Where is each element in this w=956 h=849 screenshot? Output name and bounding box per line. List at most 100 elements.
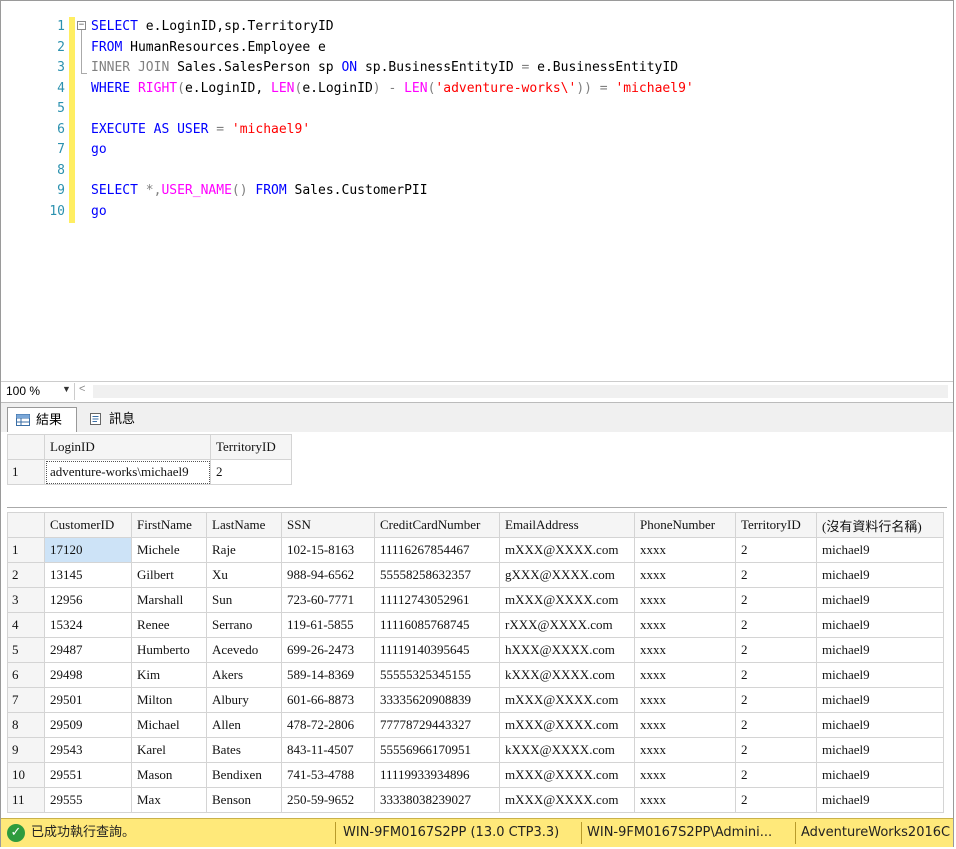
result-grid-1[interactable]: LoginID TerritoryID 1 adventure-works\micha… bbox=[7, 434, 292, 485]
grid-cell[interactable]: xxxx bbox=[634, 637, 736, 663]
grid-cell[interactable]: 2 bbox=[735, 687, 817, 713]
sql-code[interactable]: SELECT e.LoginID,sp.TerritoryID FROM Huma… bbox=[91, 17, 694, 222]
tab-messages[interactable]: 訊息 bbox=[81, 407, 147, 432]
code-line[interactable]: WHERE RIGHT(e.LoginID, LEN(e.LoginID) - … bbox=[91, 79, 694, 100]
grid-cell[interactable]: Marshall bbox=[131, 587, 207, 613]
collapse-region-icon[interactable]: − bbox=[77, 21, 86, 30]
column-header[interactable]: EmailAddress bbox=[499, 512, 635, 538]
grid-cell[interactable]: Raje bbox=[206, 537, 282, 563]
table-row[interactable]: 3 12956 Marshall Sun 723-60-7771 111127430529… bbox=[7, 587, 944, 613]
grid-cell[interactable]: 55558258632357 bbox=[374, 562, 500, 588]
result-grid-2[interactable]: CustomerID FirstName LastName SSN CreditCard… bbox=[7, 512, 944, 813]
grid-cell[interactable]: 2 bbox=[735, 737, 817, 763]
horizontal-scrollbar[interactable] bbox=[93, 385, 948, 398]
grid-cell[interactable]: Allen bbox=[206, 712, 282, 738]
row-header[interactable]: 8 bbox=[7, 712, 45, 738]
grid-cell[interactable]: Renee bbox=[131, 612, 207, 638]
grid-cell[interactable]: Xu bbox=[206, 562, 282, 588]
grid-cell[interactable]: Benson bbox=[206, 787, 282, 813]
grid-cell[interactable]: 589-14-8369 bbox=[281, 662, 375, 688]
grid-cell[interactable]: Bates bbox=[206, 737, 282, 763]
grid-cell[interactable]: 2 bbox=[735, 762, 817, 788]
grid-cell[interactable]: 2 bbox=[735, 712, 817, 738]
table-row[interactable]: 1 adventure-works\michael9 2 bbox=[7, 459, 292, 485]
column-header[interactable]: CustomerID bbox=[44, 512, 132, 538]
column-header[interactable]: SSN bbox=[281, 512, 375, 538]
code-line[interactable]: FROM HumanResources.Employee e bbox=[91, 38, 694, 59]
table-row[interactable]: 1 17120 Michele Raje 102-15-8163 111162678544… bbox=[7, 537, 944, 563]
grid-cell[interactable]: xxxx bbox=[634, 612, 736, 638]
column-header[interactable]: TerritoryID bbox=[735, 512, 817, 538]
chevron-down-icon[interactable]: ▼ bbox=[62, 384, 71, 394]
table-row[interactable]: 8 29509 Michael Allen 478-72-2806 77778729443… bbox=[7, 712, 944, 738]
table-row[interactable]: 9 29543 Karel Bates 843-11-4507 5555696617095… bbox=[7, 737, 944, 763]
grid-cell[interactable]: 55555325345155 bbox=[374, 662, 500, 688]
grid-cell[interactable]: 55556966170951 bbox=[374, 737, 500, 763]
row-header[interactable]: 10 bbox=[7, 762, 45, 788]
grid-cell[interactable]: mXXX@XXXX.com bbox=[499, 587, 635, 613]
scroll-left-icon[interactable]: < bbox=[79, 383, 85, 395]
row-header[interactable]: 4 bbox=[7, 612, 45, 638]
grid-cell[interactable]: 2 bbox=[735, 587, 817, 613]
table-row[interactable]: 4 15324 Renee Serrano 119-61-5855 11116085768… bbox=[7, 612, 944, 638]
code-line[interactable]: INNER JOIN Sales.SalesPerson sp ON sp.Bu… bbox=[91, 58, 694, 79]
grid-cell[interactable]: 29487 bbox=[44, 637, 132, 663]
row-header[interactable]: 5 bbox=[7, 637, 45, 663]
grid-corner[interactable] bbox=[7, 434, 45, 460]
row-header[interactable]: 3 bbox=[7, 587, 45, 613]
code-line[interactable]: EXECUTE AS USER = 'michael9' bbox=[91, 120, 694, 141]
row-header[interactable]: 6 bbox=[7, 662, 45, 688]
grid-cell[interactable]: 17120 bbox=[44, 537, 132, 563]
row-header[interactable]: 9 bbox=[7, 737, 45, 763]
grid-cell[interactable]: hXXX@XXXX.com bbox=[499, 637, 635, 663]
grid-cell[interactable]: Bendixen bbox=[206, 762, 282, 788]
tab-results[interactable]: 結果 bbox=[7, 407, 77, 432]
grid-cell[interactable]: 119-61-5855 bbox=[281, 612, 375, 638]
grid-cell[interactable]: michael9 bbox=[816, 737, 944, 763]
grid-cell[interactable]: 11116267854467 bbox=[374, 537, 500, 563]
grid-cell[interactable]: michael9 bbox=[816, 612, 944, 638]
grid-cell[interactable]: xxxx bbox=[634, 587, 736, 613]
code-line[interactable]: go bbox=[91, 140, 694, 161]
grid-cell[interactable]: 12956 bbox=[44, 587, 132, 613]
grid-cell[interactable]: 15324 bbox=[44, 612, 132, 638]
grid-cell[interactable]: 601-66-8873 bbox=[281, 687, 375, 713]
grid-cell[interactable]: michael9 bbox=[816, 587, 944, 613]
column-header[interactable]: (沒有資料行名稱) bbox=[816, 512, 944, 538]
grid-cell[interactable]: 843-11-4507 bbox=[281, 737, 375, 763]
table-row[interactable]: 7 29501 Milton Albury 601-66-8873 33335620908… bbox=[7, 687, 944, 713]
grid-cell[interactable]: xxxx bbox=[634, 562, 736, 588]
table-row[interactable]: 5 29487 Humberto Acevedo 699-26-2473 11119140… bbox=[7, 637, 944, 663]
grid-corner[interactable] bbox=[7, 512, 45, 538]
grid-cell[interactable]: 988-94-6562 bbox=[281, 562, 375, 588]
code-line[interactable]: SELECT e.LoginID,sp.TerritoryID bbox=[91, 17, 694, 38]
table-row[interactable]: 10 29551 Mason Bendixen 741-53-4788 111199339… bbox=[7, 762, 944, 788]
grid-cell[interactable]: 11119933934896 bbox=[374, 762, 500, 788]
column-header[interactable]: TerritoryID bbox=[210, 434, 292, 460]
table-row[interactable]: 11 29555 Max Benson 250-59-9652 3333803823902… bbox=[7, 787, 944, 813]
grid-cell[interactable]: michael9 bbox=[816, 537, 944, 563]
row-header[interactable]: 7 bbox=[7, 687, 45, 713]
grid-cell[interactable]: 723-60-7771 bbox=[281, 587, 375, 613]
zoom-dropdown[interactable]: 100 % ▼ bbox=[4, 383, 75, 400]
grid-cell[interactable]: 699-26-2473 bbox=[281, 637, 375, 663]
grid-cell[interactable]: xxxx bbox=[634, 537, 736, 563]
query-editor[interactable]: 1 2 3 4 5 6 7 8 9 10 − SELECT e.LoginID,sp.Territ… bbox=[1, 1, 953, 381]
grid-cell[interactable]: mXXX@XXXX.com bbox=[499, 687, 635, 713]
grid-cell[interactable]: Milton bbox=[131, 687, 207, 713]
grid-cell[interactable]: xxxx bbox=[634, 662, 736, 688]
grid-cell[interactable]: 77778729443327 bbox=[374, 712, 500, 738]
grid-cell[interactable]: xxxx bbox=[634, 762, 736, 788]
grid-cell[interactable]: Akers bbox=[206, 662, 282, 688]
grid-cell[interactable]: 13145 bbox=[44, 562, 132, 588]
grid-cell[interactable]: Albury bbox=[206, 687, 282, 713]
grid-cell[interactable]: kXXX@XXXX.com bbox=[499, 737, 635, 763]
grid-cell[interactable]: 33338038239027 bbox=[374, 787, 500, 813]
grid-cell[interactable]: 11112743052961 bbox=[374, 587, 500, 613]
row-header[interactable]: 11 bbox=[7, 787, 45, 813]
grid-cell[interactable]: Sun bbox=[206, 587, 282, 613]
grid-cell[interactable]: Gilbert bbox=[131, 562, 207, 588]
grid-cell[interactable]: michael9 bbox=[816, 687, 944, 713]
grid-cell[interactable]: gXXX@XXXX.com bbox=[499, 562, 635, 588]
column-header[interactable]: LoginID bbox=[44, 434, 211, 460]
